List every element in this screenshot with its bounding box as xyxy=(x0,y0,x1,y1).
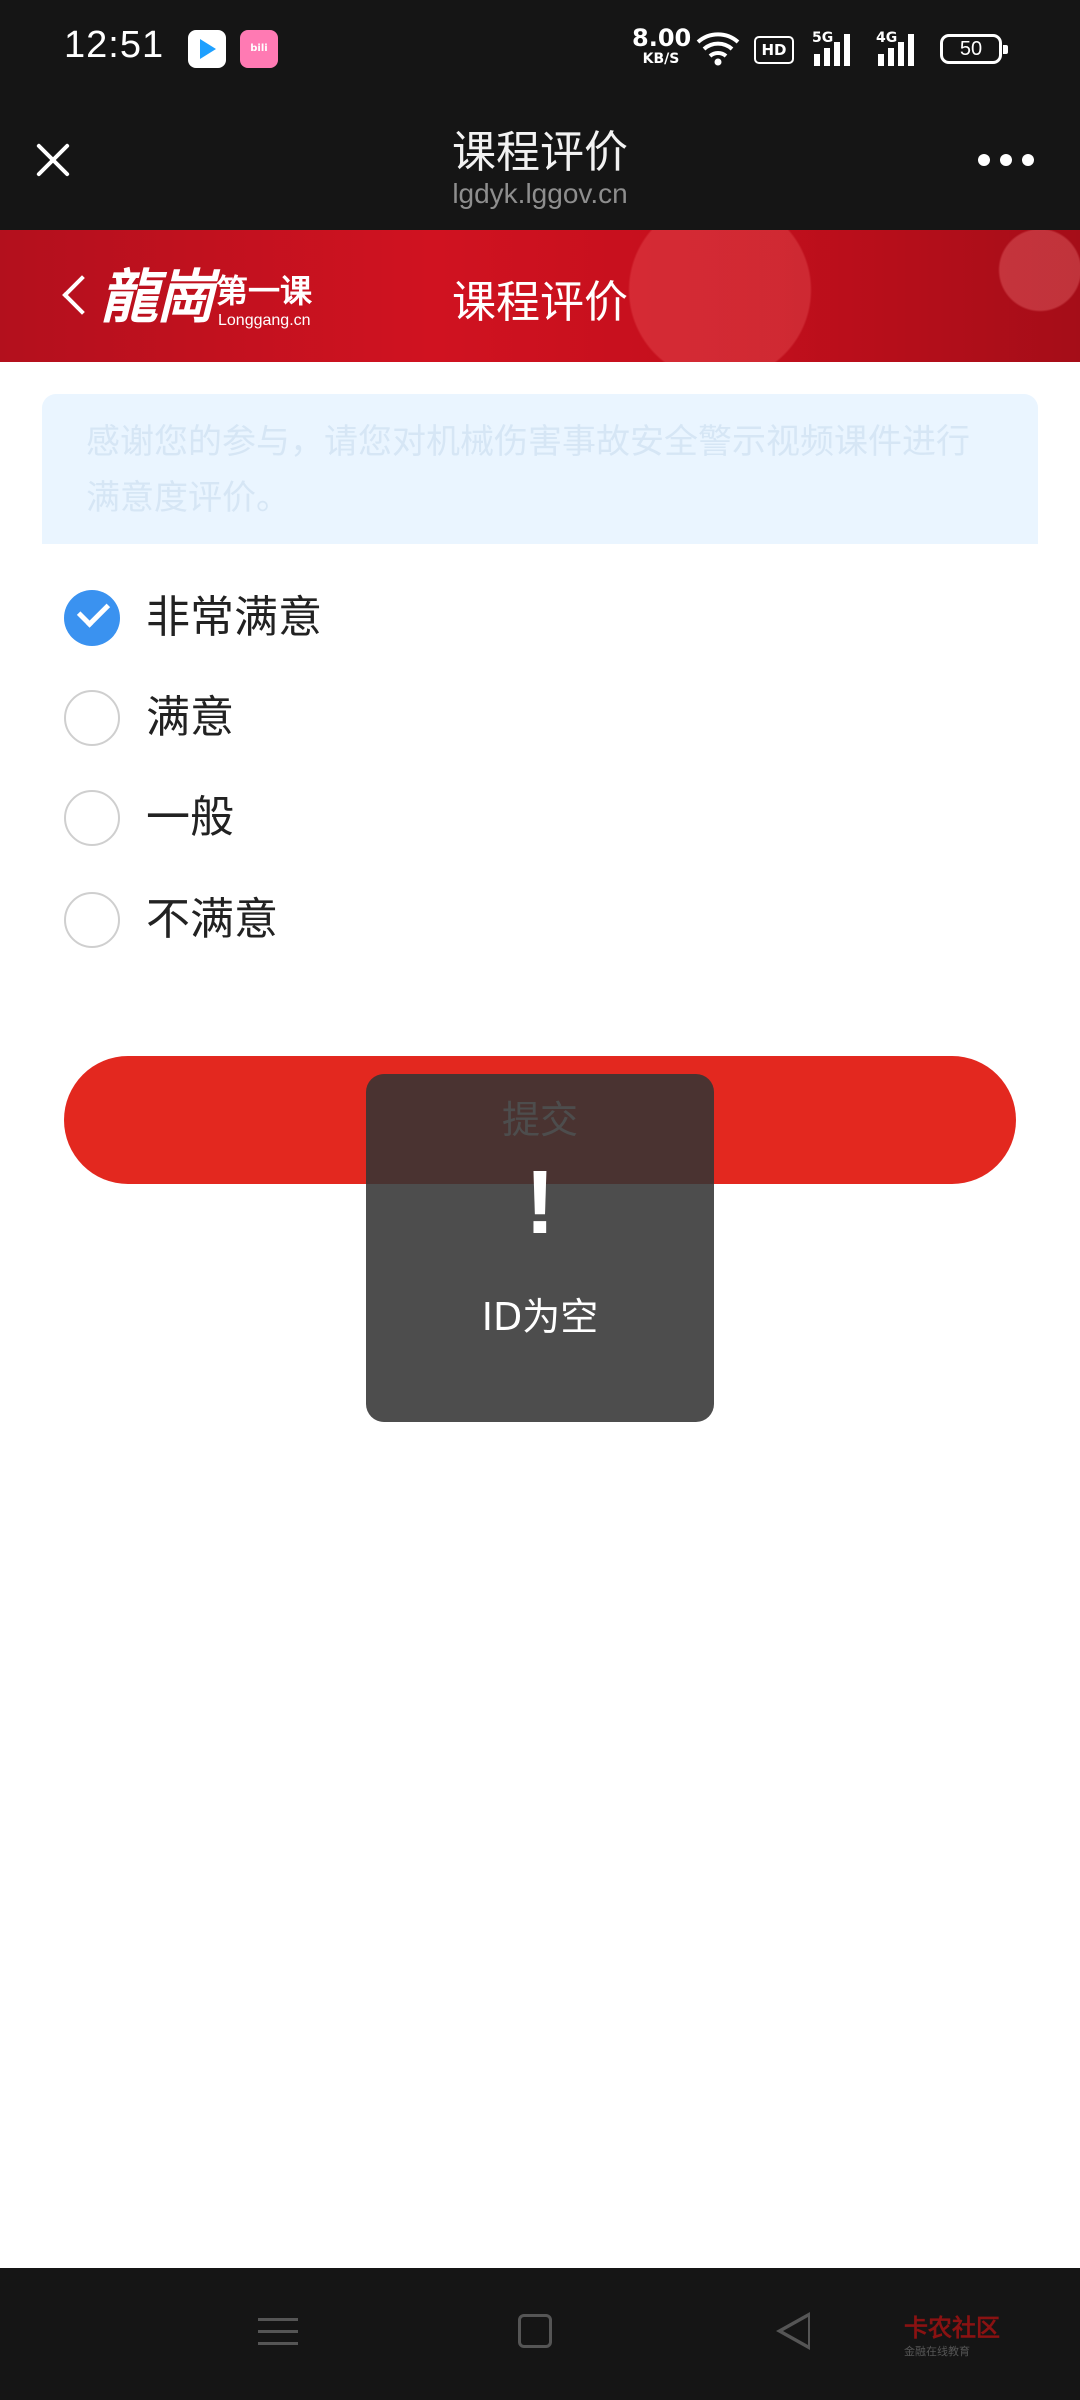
signal-2-label: 4G xyxy=(876,30,898,46)
signal-1-label: 5G xyxy=(812,30,834,46)
option-very-satisfied[interactable]: 非常满意 xyxy=(64,588,564,648)
hd-voice-icon: HD xyxy=(754,36,794,64)
option-unsatisfied[interactable]: 不满意 xyxy=(64,890,564,950)
browser-title-bar: 课程评价 lgdyk.lggov.cn xyxy=(0,100,1080,230)
system-nav-bar: 卡农社区 金融在线教育 xyxy=(0,2268,1080,2400)
signal-icon: 5G xyxy=(812,30,860,66)
option-label: 不满意 xyxy=(146,894,278,945)
page-url: lgdyk.lggov.cn xyxy=(452,178,628,209)
option-satisfied[interactable]: 满意 xyxy=(64,688,564,748)
error-toast: ! ID为空 xyxy=(366,1074,714,1422)
more-options-icon[interactable] xyxy=(978,152,1034,168)
watermark-main: 卡农社区 xyxy=(904,2314,1000,2342)
network-speed-unit: KB/S xyxy=(642,51,680,67)
menu-icon[interactable] xyxy=(258,2312,298,2352)
back-triangle-icon[interactable] xyxy=(776,2312,812,2352)
radio-icon[interactable] xyxy=(64,690,120,746)
watermark-logo: 卡农社区 金融在线教育 xyxy=(904,2308,1000,2359)
option-average[interactable]: 一般 xyxy=(64,788,564,848)
option-label: 一般 xyxy=(146,792,234,843)
exclamation-icon: ! xyxy=(525,1153,555,1253)
network-speed-value: 8.00 xyxy=(632,24,692,52)
header-banner: 龍崗 第一课 Longgang.cn 课程评价 xyxy=(0,230,1080,362)
option-label: 满意 xyxy=(146,692,234,743)
watermark-sub: 金融在线教育 xyxy=(904,2345,970,2358)
page-title: 课程评价 xyxy=(452,127,628,178)
video-app-icon xyxy=(188,30,226,68)
option-label: 非常满意 xyxy=(146,592,322,643)
radio-icon[interactable] xyxy=(64,892,120,948)
bilibili-app-icon: bili xyxy=(240,30,278,68)
home-icon[interactable] xyxy=(518,2314,552,2348)
radio-icon[interactable] xyxy=(64,790,120,846)
status-time: 12:51 xyxy=(64,24,165,66)
radio-checked-icon[interactable] xyxy=(64,590,120,646)
wifi-icon xyxy=(696,32,740,66)
toast-message: ID为空 xyxy=(481,1295,599,1339)
status-bar: 12:51 bili 8.00 KB/S HD 5G 4G 50 xyxy=(0,0,1080,100)
banner-title: 课程评价 xyxy=(452,277,628,328)
network-speed: 8.00 KB/S xyxy=(632,24,692,67)
battery-icon: 50 xyxy=(940,34,1008,64)
evaluation-notice: 感谢您的参与，请您对机械伤害事故安全警示视频课件进行满意度评价。 xyxy=(42,394,1038,544)
signal-icon-2: 4G xyxy=(876,30,924,66)
